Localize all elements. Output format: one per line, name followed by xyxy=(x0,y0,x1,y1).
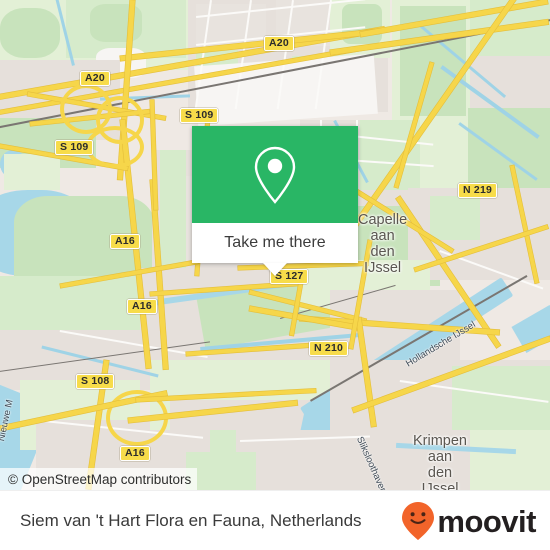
moovit-brand[interactable]: moovit xyxy=(401,501,536,541)
water-label: Nieuwe M xyxy=(0,398,16,443)
moovit-smiley-pin-icon xyxy=(402,502,435,540)
map-canvas[interactable]: A20 A20 S 109 S 109 N 219 A16 A16 S 127 N 210 S 1… xyxy=(0,0,550,490)
location-title: Siem van 't Hart Flora en Fauna, Netherl… xyxy=(20,511,362,530)
attribution-text: © OpenStreetMap contributors xyxy=(8,471,192,487)
moovit-wordmark: moovit xyxy=(437,503,536,539)
footer-bar: Siem van 't Hart Flora en Fauna, Netherl… xyxy=(0,490,550,550)
osm-attribution[interactable]: © OpenStreetMap contributors xyxy=(0,468,198,490)
take-me-there-button[interactable]: Take me there xyxy=(192,223,358,263)
take-me-there-card[interactable]: Take me there xyxy=(192,126,358,276)
map-pin-icon xyxy=(254,146,296,204)
card-pointer-tail xyxy=(263,263,287,276)
water-label: Hollandsche IJssel xyxy=(404,319,478,370)
card-pin-area xyxy=(192,126,358,223)
take-me-there-label: Take me there xyxy=(224,234,326,251)
screenshot-root: A20 A20 S 109 S 109 N 219 A16 A16 S 127 N 210 S 1… xyxy=(0,0,550,550)
water-label: Sliksloothaven xyxy=(353,435,389,490)
